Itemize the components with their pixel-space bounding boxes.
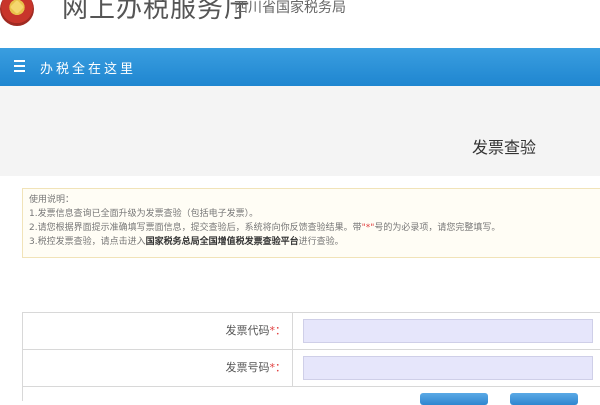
site-header: 网上办税服务厅 西川省国家税务局 xyxy=(0,0,600,44)
form-row-invoice-number: 发票号码*： xyxy=(23,350,600,387)
page-title: 发票查验 xyxy=(472,138,537,157)
main-navbar: 办税全在这里 xyxy=(0,48,600,86)
title-band xyxy=(0,86,600,176)
invoice-number-input[interactable] xyxy=(303,356,593,380)
instruction-line-1: 1.发票信息查询已全面升级为发票查验（包括电子发票）。 xyxy=(29,209,259,219)
invoice-code-label: 发票代码*： xyxy=(23,313,293,349)
instruction-line-3-tail: 进行查验。 xyxy=(298,237,344,247)
vat-verification-platform-link[interactable]: 国家税务总局全国增值税发票查验平台 xyxy=(146,237,299,247)
instruction-line-3-text: 3.税控发票查验，请点击进入 xyxy=(29,237,146,247)
form-row-invoice-code: 发票代码*： xyxy=(23,313,600,350)
reset-button[interactable] xyxy=(510,393,578,405)
invoice-number-label-text: 发票号码 xyxy=(225,361,270,374)
instruction-line-3: 3.税控发票查验，请点击进入国家税务总局全国增值税发票查验平台进行查验。 xyxy=(29,235,594,249)
instruction-line-2-text: 2.请您根据界面提示准确填写票面信息，提交查验后，系统将向你反馈查验结果。带 xyxy=(29,223,362,233)
invoice-code-label-text: 发票代码 xyxy=(225,324,270,337)
menu-icon[interactable] xyxy=(14,60,25,72)
invoice-code-input[interactable] xyxy=(303,319,593,343)
navbar-label: 办税全在这里 xyxy=(40,62,137,77)
site-title: 网上办税服务厅 xyxy=(62,0,252,24)
instruction-line-2: 2.请您根据界面提示准确填写票面信息，提交查验后，系统将向你反馈查验结果。带"*… xyxy=(29,221,594,235)
instruction-line-2-tail: 号的为必录项，请您完整填写。 xyxy=(374,223,501,233)
usage-instructions: 使用说明： 1.发票信息查询已全面升级为发票查验（包括电子发票）。 2.请您根据… xyxy=(22,188,600,258)
tax-emblem-icon xyxy=(0,0,34,26)
required-mark: *： xyxy=(269,361,287,374)
submit-button[interactable] xyxy=(420,393,488,405)
invoice-number-label: 发票号码*： xyxy=(23,350,293,386)
instructions-heading: 使用说明： xyxy=(29,195,75,205)
required-mark-sample: "*" xyxy=(361,223,375,233)
site-subtitle: 西川省国家税务局 xyxy=(234,0,346,16)
invoice-form: 发票代码*： 发票号码*： xyxy=(22,312,600,401)
required-mark: *： xyxy=(269,324,287,337)
